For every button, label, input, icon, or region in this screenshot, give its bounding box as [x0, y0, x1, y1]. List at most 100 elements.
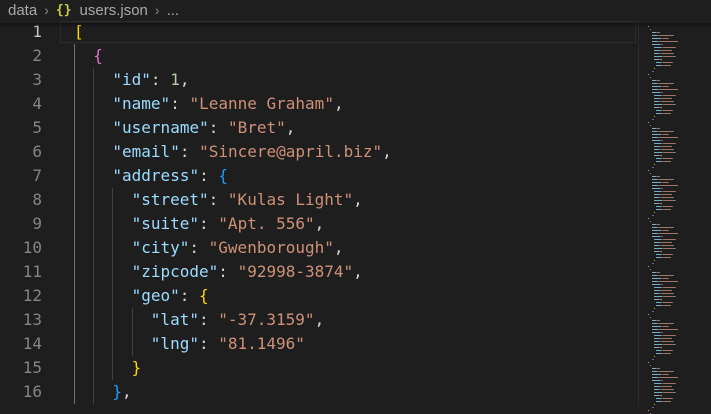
code-token: {: [93, 46, 103, 65]
minimap-token: [673, 197, 674, 198]
minimap-token: [677, 329, 678, 330]
json-file-icon: {}: [55, 2, 72, 18]
code-token: "Bret": [227, 118, 286, 137]
code-area[interactable]: [{"id": 1, "name": "Leanne Graham", "usern…: [60, 20, 638, 407]
code-token: ,: [353, 262, 363, 281]
minimap-token: [664, 152, 675, 153]
indent-guide: [112, 188, 114, 380]
code-token: "street": [131, 190, 209, 209]
minimap-token: [659, 320, 660, 321]
minimap-token: [654, 212, 655, 213]
minimap-token: [654, 104, 662, 105]
minimap-token: [662, 380, 663, 381]
code-token: ,: [333, 238, 344, 257]
line-number-gutter[interactable]: 1 2 3 4 5 6 7 8 9 10 11 12 13 14 15 16: [0, 20, 60, 407]
minimap-token: [663, 209, 671, 210]
minimap-token: [648, 314, 649, 315]
code-token: "lng": [150, 334, 199, 353]
minimap-token: [654, 287, 661, 288]
code-token: :: [198, 310, 219, 329]
minimap-token: [652, 188, 660, 189]
code-line: "street": "Kulas Light",: [132, 188, 363, 212]
code-line: "email": "Sincere@april.biz",: [112, 140, 391, 164]
code-token: {: [199, 286, 209, 305]
minimap-token: [675, 239, 676, 240]
chevron-right-icon: ›: [154, 2, 160, 18]
minimap-token: [659, 371, 673, 372]
minimap-token: [673, 149, 674, 150]
code-token: :: [179, 286, 200, 305]
minimap-token: [663, 287, 675, 288]
code-token: ,: [179, 70, 190, 89]
code-line: },: [112, 380, 131, 404]
minimap-token: [650, 29, 651, 30]
minimap-token: [650, 317, 651, 318]
minimap-token: [673, 83, 674, 84]
minimap-token: [661, 251, 662, 252]
code-token: "zipcode": [131, 262, 219, 281]
minimap-token: [660, 89, 677, 90]
code-token: "-37.3159": [218, 310, 315, 329]
code-line: "zipcode": "92998-3874",: [132, 260, 363, 284]
minimap-token: [673, 227, 674, 228]
minimap-token: [668, 38, 669, 39]
code-token: 1: [170, 70, 180, 89]
minimap-token: [648, 122, 649, 123]
minimap-token: [662, 386, 671, 387]
code-editor[interactable]: 1 2 3 4 5 6 7 8 9 10 11 12 13 14 15 16 [{"id": 1, "name"…: [0, 20, 711, 414]
minimap-token: [652, 230, 661, 231]
minimap-token: [677, 89, 678, 90]
breadcrumb-symbols[interactable]: ...: [167, 2, 180, 19]
minimap-token: [668, 182, 669, 183]
code-token: ,: [122, 382, 132, 401]
minimap-token: [661, 341, 673, 342]
minimap-token: [654, 335, 661, 336]
code-line: "lng": "81.1496": [151, 332, 305, 356]
minimap-token: [671, 98, 672, 99]
minimap-token: [675, 200, 676, 201]
code-token: :: [189, 238, 209, 257]
minimap-token: [650, 269, 651, 270]
minimap-token: [652, 374, 661, 375]
minimap-token: [659, 323, 673, 324]
code-token: "92998-3874": [237, 262, 354, 281]
minimap-token: [675, 95, 676, 96]
minimap-token: [654, 56, 662, 57]
minimap-token: [654, 47, 661, 48]
code-token: "email": [112, 142, 180, 161]
minimap-token: [659, 224, 660, 225]
chevron-right-icon: ›: [44, 2, 49, 18]
minimap-token: [675, 191, 676, 192]
minimap-token: [650, 173, 651, 174]
code-token: ,: [314, 310, 325, 329]
minimap-token: [660, 281, 677, 282]
minimap-token: [663, 302, 672, 303]
code-token: ,: [285, 118, 296, 137]
minimap-token: [673, 245, 674, 246]
minimap-token: [663, 158, 672, 159]
minimap-token: [661, 245, 673, 246]
minimap-token: [660, 185, 677, 186]
minimap-token: [663, 383, 675, 384]
minimap-token: [659, 80, 660, 81]
minimap-token: [660, 233, 677, 234]
minimap-token: [677, 281, 678, 282]
code-token: "Leanne Graham": [189, 94, 334, 113]
line-number: 4: [32, 94, 42, 113]
line-number: 3: [32, 70, 42, 89]
indent-guide: [74, 44, 75, 404]
minimap[interactable]: [638, 20, 711, 414]
minimap-token: [672, 62, 673, 63]
minimap-token: [654, 239, 661, 240]
breadcrumb-folder[interactable]: data: [8, 2, 37, 19]
minimap-token: [675, 104, 676, 105]
minimap-token: [677, 377, 678, 378]
minimap-token: [663, 110, 672, 111]
minimap-token: [654, 296, 662, 297]
minimap-token: [673, 131, 674, 132]
breadcrumb-file[interactable]: users.json: [80, 2, 148, 19]
code-token: :: [208, 190, 228, 209]
line-number: 13: [22, 310, 42, 329]
minimap-token: [650, 221, 651, 222]
code-line: {: [93, 44, 103, 68]
